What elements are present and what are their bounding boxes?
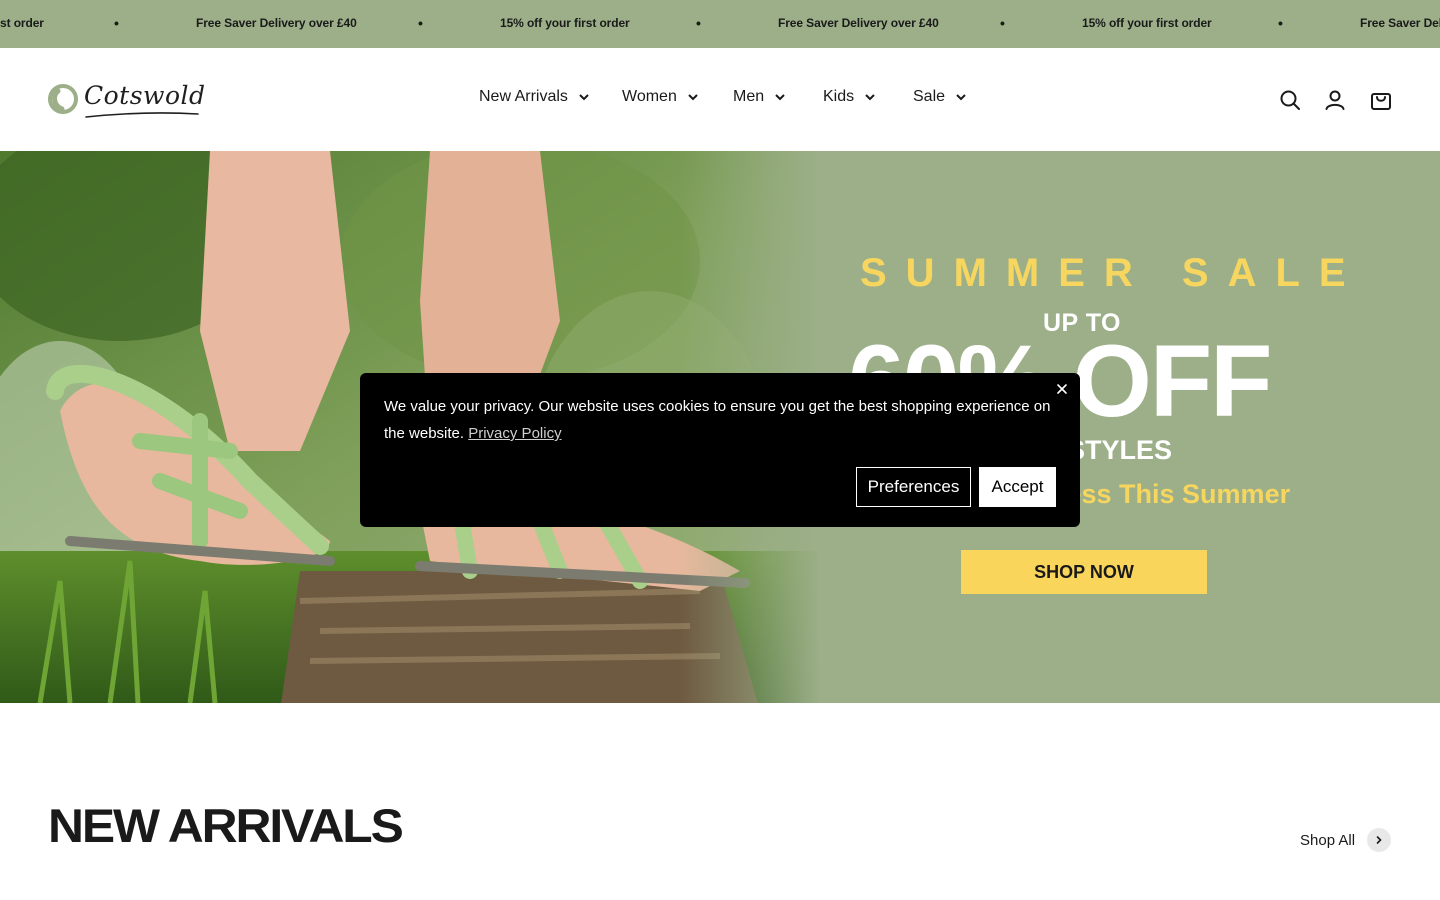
shop-all-arrow (1367, 828, 1392, 852)
nav-item-kids[interactable]: Kids (823, 88, 876, 106)
logo-text: Cotswold (84, 81, 206, 110)
site-header: Cotswold New Arrivals Women Men Kids Sal… (0, 48, 1440, 151)
account-icon[interactable] (1323, 88, 1347, 112)
nav-item-new-arrivals[interactable]: New Arrivals (479, 88, 590, 106)
announcement-separator: • (1000, 15, 1005, 31)
logo-mark-icon (48, 84, 78, 114)
announcement-bar: st order • Free Saver Delivery over £40 … (0, 0, 1440, 48)
cart-icon[interactable] (1369, 88, 1393, 112)
announcement-separator: • (418, 15, 423, 31)
nav-item-men[interactable]: Men (733, 88, 786, 106)
chevron-right-icon (1376, 836, 1382, 844)
privacy-policy-link[interactable]: Privacy Policy (468, 425, 561, 442)
nav-item-label: Kids (823, 88, 855, 105)
close-icon[interactable] (1054, 381, 1070, 397)
shop-all-label: Shop All (1300, 831, 1356, 849)
announcement-item: Free Saver Delivery over £40 (778, 16, 939, 30)
announcement-item: 15% off your first order (500, 16, 630, 30)
logo[interactable]: Cotswold (48, 80, 205, 120)
announcement-separator: • (114, 15, 119, 31)
announcement-separator: • (1278, 15, 1283, 31)
announcement-item: 15% off your first order (1082, 16, 1212, 30)
announcement-item: st order (0, 16, 44, 30)
nav-item-label: Women (622, 88, 677, 105)
chevron-down-icon (956, 94, 966, 101)
accept-button[interactable]: Accept (979, 467, 1056, 507)
announcement-item: Free Saver Delivery over £40 (196, 16, 357, 30)
section-title: NEW ARRIVALS (48, 799, 404, 852)
shop-all-link[interactable]: Shop All (1300, 828, 1392, 852)
preferences-button[interactable]: Preferences (856, 467, 971, 507)
cookie-message: We value your privacy. Our website uses … (384, 393, 1054, 447)
hero-tagline: Less This Summer (1050, 479, 1291, 509)
logo-underline-icon (85, 112, 199, 118)
nav-item-women[interactable]: Women (622, 88, 699, 106)
announcement-separator: • (696, 15, 701, 31)
announcement-track: st order • Free Saver Delivery over £40 … (0, 0, 1440, 48)
shop-now-button[interactable]: SHOP NOW (961, 550, 1207, 594)
nav-item-label: Men (733, 88, 765, 105)
chevron-down-icon (775, 94, 785, 101)
cookie-banner: We value your privacy. Our website uses … (360, 373, 1080, 527)
chevron-down-icon (865, 94, 875, 101)
nav-item-sale[interactable]: Sale (913, 88, 967, 106)
chevron-down-icon (579, 94, 589, 101)
chevron-down-icon (688, 94, 698, 101)
hero-title: SUMMER SALE (860, 251, 1365, 295)
announcement-item: Free Saver Deliv (1360, 16, 1440, 30)
search-icon[interactable] (1278, 88, 1302, 112)
nav-item-label: Sale (913, 88, 946, 105)
nav-item-label: New Arrivals (479, 88, 568, 105)
